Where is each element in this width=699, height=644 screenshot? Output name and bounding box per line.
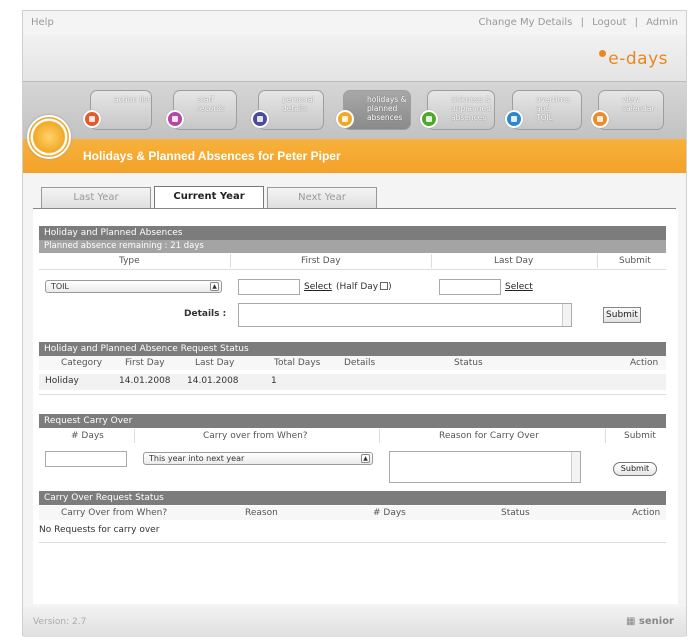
textarea-scrollbar[interactable] [571, 452, 580, 482]
holiday-sun-icon [27, 115, 71, 159]
planned-section-heading: Holiday and Planned Absences [39, 226, 666, 240]
senior-logo: ▦ senior [625, 616, 674, 627]
details-label: Details : [184, 309, 227, 319]
clock-icon [505, 110, 523, 128]
tab-next-year[interactable]: Next Year [267, 187, 377, 209]
textarea-scrollbar[interactable] [562, 304, 571, 326]
admin-link[interactable]: Admin [646, 17, 678, 28]
carry-days-input[interactable] [45, 451, 127, 467]
page-title-bar: Holidays & Planned Absences for Peter Pi… [23, 139, 686, 173]
separator: | [634, 17, 638, 28]
select-arrow-icon: ▲ [361, 454, 370, 463]
tab-last-year[interactable]: Last Year [41, 187, 151, 209]
person-icon [251, 110, 269, 128]
nav-action-list[interactable]: action list [83, 90, 152, 130]
submit-absence-button[interactable]: Submit [603, 307, 641, 323]
app-window: Help Change My Details | Logout | Admin … [22, 10, 687, 637]
nav-view-calendar[interactable]: view calendar [591, 90, 664, 130]
carry-reason-textarea[interactable] [389, 451, 581, 483]
version-label: Version: 2.7 [33, 617, 87, 627]
carry-over-heading: Request Carry Over [39, 414, 666, 428]
change-details-link[interactable]: Change My Details [479, 17, 573, 28]
list-item: No Requests for carry over [39, 525, 160, 535]
footer: Version: 2.7 ▦ senior [23, 607, 686, 637]
request-status-columns: Category First Day Last Day Total Days D… [39, 356, 666, 370]
logo-bar: e-days [23, 35, 686, 81]
submit-carry-over-button[interactable]: Submit [613, 462, 657, 476]
page-title: Holidays & Planned Absences for Peter Pi… [83, 149, 341, 163]
details-textarea[interactable] [238, 303, 572, 327]
carry-status-heading: Carry Over Request Status [39, 491, 666, 505]
half-day-checkbox[interactable] [380, 282, 389, 290]
nav-staff-records[interactable]: staff records [166, 90, 237, 130]
edays-logo: e-days [599, 49, 668, 69]
first-day-input[interactable] [238, 279, 300, 295]
tab-current-year[interactable]: Current Year [154, 186, 264, 209]
half-day-label: (Half Day) [336, 282, 392, 292]
carry-when-select[interactable]: This year into next year ▲ [143, 452, 373, 465]
people-icon [166, 110, 184, 128]
logo-dot-icon [599, 50, 607, 58]
year-tabs: Last Year Current Year Next Year [23, 173, 686, 209]
absence-type-select[interactable]: TOIL ▲ [45, 280, 222, 293]
last-day-input[interactable] [439, 279, 501, 295]
nav-personal-details[interactable]: personal details [251, 90, 324, 130]
help-link[interactable]: Help [31, 17, 54, 28]
separator: | [580, 17, 584, 28]
nav-sickness[interactable]: sickness & unplanned absences [420, 90, 495, 130]
top-links: Change My Details | Logout | Admin [479, 17, 678, 28]
remaining-summary: Planned absence remaining : 21 days [39, 240, 666, 253]
nav-holidays[interactable]: holidays & planned absences [336, 90, 411, 130]
select-last-day-link[interactable]: Select [505, 282, 533, 292]
calendar-icon [591, 110, 609, 128]
medical-icon [420, 110, 438, 128]
top-bar: Help Change My Details | Logout | Admin [23, 11, 686, 35]
select-arrow-icon: ▲ [210, 282, 219, 291]
nav-overtime[interactable]: overtime and TOIL [505, 90, 582, 130]
planned-column-headers: Type First Day Last Day Submit [119, 254, 651, 268]
clipboard-icon [83, 110, 101, 128]
select-first-day-link[interactable]: Select [304, 282, 332, 292]
logout-link[interactable]: Logout [592, 17, 626, 28]
table-row: Holiday 14.01.2008 14.01.2008 1 [39, 374, 666, 390]
carry-status-columns: Carry Over from When? Reason # Days Stat… [39, 506, 666, 520]
main-nav: action list staff records personal detai… [23, 81, 686, 139]
request-status-heading: Holiday and Planned Absence Request Stat… [39, 342, 666, 356]
sun-icon [336, 110, 354, 128]
content-panel: Holiday and Planned Absences Planned abs… [33, 209, 678, 604]
carry-over-columns: # Days Carry over from When? Reason for … [71, 429, 656, 443]
